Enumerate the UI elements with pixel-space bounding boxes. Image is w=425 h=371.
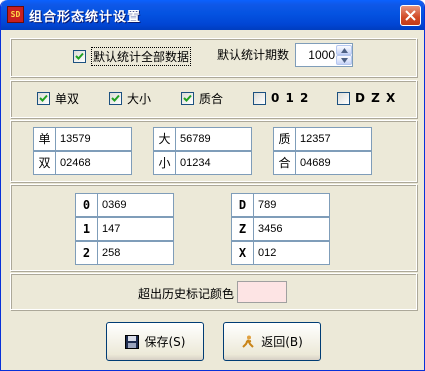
group-value[interactable]: 12357 bbox=[296, 128, 331, 150]
check-icon bbox=[111, 94, 120, 102]
title-bar[interactable]: SD 组合形态统计设置 bbox=[1, 0, 424, 30]
prime-composite-box[interactable] bbox=[181, 91, 194, 105]
type-checkbox-prime-composite[interactable]: 质合 bbox=[181, 90, 223, 106]
road-field-1[interactable]: 1 147 bbox=[75, 217, 174, 241]
dzx-field-x[interactable]: X 012 bbox=[231, 241, 330, 265]
road-012-label: 0 1 2 bbox=[271, 91, 310, 105]
arrow-up-icon bbox=[341, 48, 348, 53]
group-key: 合 bbox=[274, 152, 296, 174]
group-key: 单 bbox=[34, 128, 56, 150]
exceed-color-label: 超出历史标记颜色 bbox=[138, 287, 235, 301]
dzx-key: Z bbox=[232, 218, 254, 240]
prime-composite-label: 质合 bbox=[199, 91, 224, 106]
default-periods-label: 默认统计期数 bbox=[217, 48, 290, 62]
periods-value[interactable]: 1000 bbox=[296, 48, 335, 62]
run-back-icon bbox=[241, 335, 255, 349]
odd-even-box[interactable] bbox=[37, 91, 50, 105]
back-button[interactable]: 返回(B) bbox=[223, 322, 321, 361]
group-value[interactable]: 02468 bbox=[56, 152, 91, 174]
big-small-label: 大小 bbox=[127, 91, 152, 106]
road-panel bbox=[10, 184, 417, 271]
group-field-even[interactable]: 双 02468 bbox=[33, 151, 132, 175]
dzx-box[interactable] bbox=[337, 91, 350, 105]
road-value[interactable]: 258 bbox=[98, 242, 120, 264]
save-label: 保存(S) bbox=[144, 335, 186, 349]
group-key: 双 bbox=[34, 152, 56, 174]
group-value[interactable]: 01234 bbox=[176, 152, 211, 174]
types-panel: 单双 大小 质合 0 1 2 D Z X bbox=[10, 80, 417, 118]
type-checkbox-big-small[interactable]: 大小 bbox=[109, 90, 151, 106]
group-value[interactable]: 04689 bbox=[296, 152, 331, 174]
arrow-down-icon bbox=[341, 58, 348, 63]
back-label: 返回(B) bbox=[261, 335, 303, 349]
road-key: 2 bbox=[76, 242, 98, 264]
check-icon bbox=[183, 94, 192, 102]
big-small-box[interactable] bbox=[109, 91, 122, 105]
road-field-2[interactable]: 2 258 bbox=[75, 241, 174, 265]
type-checkbox-odd-even[interactable]: 单双 bbox=[37, 90, 79, 106]
road-value[interactable]: 147 bbox=[98, 218, 120, 240]
default-panel: 默认统计全部数据 bbox=[10, 38, 417, 77]
dzx-field-d[interactable]: D 789 bbox=[231, 193, 330, 217]
stepper-down-button[interactable] bbox=[336, 55, 352, 65]
type-checkbox-012[interactable]: 0 1 2 bbox=[253, 90, 309, 106]
dzx-field-z[interactable]: Z 3456 bbox=[231, 217, 330, 241]
save-button[interactable]: 保存(S) bbox=[106, 322, 204, 361]
type-checkbox-dzx[interactable]: D Z X bbox=[337, 90, 396, 106]
dzx-label: D Z X bbox=[355, 91, 397, 105]
road-key: 0 bbox=[76, 194, 98, 216]
group-key: 大 bbox=[154, 128, 176, 150]
group-value[interactable]: 13579 bbox=[56, 128, 91, 150]
dzx-value[interactable]: 012 bbox=[254, 242, 276, 264]
stepper-up-button[interactable] bbox=[336, 45, 352, 55]
dzx-value[interactable]: 789 bbox=[254, 194, 276, 216]
close-button[interactable] bbox=[400, 5, 421, 26]
group-field-prime[interactable]: 质 12357 bbox=[273, 127, 372, 151]
default-all-label: 默认统计全部数据 bbox=[91, 46, 192, 66]
dzx-key: D bbox=[232, 194, 254, 216]
floppy-icon bbox=[124, 334, 139, 349]
dzx-value[interactable]: 3456 bbox=[254, 218, 282, 240]
dzx-key: X bbox=[232, 242, 254, 264]
group-value[interactable]: 56789 bbox=[176, 128, 211, 150]
road-value[interactable]: 0369 bbox=[98, 194, 126, 216]
dialog-window: SD 组合形态统计设置 默认统计全部数据 默认统计期数 1000 单双 大小 质… bbox=[0, 0, 425, 371]
group-field-composite[interactable]: 合 04689 bbox=[273, 151, 372, 175]
road-field-0[interactable]: 0 0369 bbox=[75, 193, 174, 217]
default-all-box[interactable] bbox=[73, 49, 86, 63]
road-012-box[interactable] bbox=[253, 91, 266, 105]
group-field-small[interactable]: 小 01234 bbox=[153, 151, 252, 175]
color-swatch[interactable] bbox=[237, 281, 287, 303]
group-field-odd[interactable]: 单 13579 bbox=[33, 127, 132, 151]
window-title: 组合形态统计设置 bbox=[29, 10, 142, 25]
app-icon: SD bbox=[7, 6, 24, 23]
periods-stepper[interactable]: 1000 bbox=[295, 43, 353, 67]
close-icon bbox=[405, 10, 416, 21]
road-key: 1 bbox=[76, 218, 98, 240]
group-key: 小 bbox=[154, 152, 176, 174]
check-icon bbox=[75, 52, 84, 60]
check-icon bbox=[39, 94, 48, 102]
odd-even-label: 单双 bbox=[55, 91, 80, 106]
group-key: 质 bbox=[274, 128, 296, 150]
default-all-checkbox[interactable]: 默认统计全部数据 bbox=[73, 46, 192, 66]
group-field-big[interactable]: 大 56789 bbox=[153, 127, 252, 151]
